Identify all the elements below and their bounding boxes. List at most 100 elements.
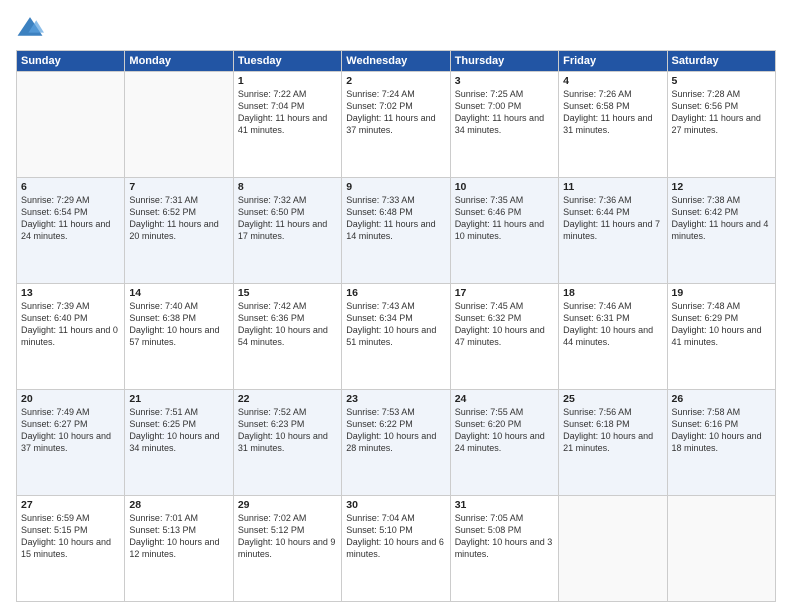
cell-info: Daylight: 10 hours and 12 minutes. bbox=[129, 536, 228, 560]
cell-info: Daylight: 10 hours and 18 minutes. bbox=[672, 430, 771, 454]
calendar-cell: 28Sunrise: 7:01 AMSunset: 5:13 PMDayligh… bbox=[125, 496, 233, 602]
day-number: 4 bbox=[563, 75, 662, 87]
calendar-cell: 20Sunrise: 7:49 AMSunset: 6:27 PMDayligh… bbox=[17, 390, 125, 496]
cell-info: Sunrise: 7:42 AM bbox=[238, 300, 337, 312]
calendar-day-header: Tuesday bbox=[233, 51, 341, 72]
calendar-cell: 9Sunrise: 7:33 AMSunset: 6:48 PMDaylight… bbox=[342, 178, 450, 284]
cell-info: Daylight: 10 hours and 37 minutes. bbox=[21, 430, 120, 454]
cell-info: Sunrise: 6:59 AM bbox=[21, 512, 120, 524]
cell-info: Daylight: 11 hours and 34 minutes. bbox=[455, 112, 554, 136]
day-number: 17 bbox=[455, 287, 554, 299]
calendar-cell: 19Sunrise: 7:48 AMSunset: 6:29 PMDayligh… bbox=[667, 284, 775, 390]
cell-info: Sunset: 6:42 PM bbox=[672, 206, 771, 218]
cell-info: Sunset: 6:50 PM bbox=[238, 206, 337, 218]
day-number: 6 bbox=[21, 181, 120, 193]
day-number: 30 bbox=[346, 499, 445, 511]
day-number: 19 bbox=[672, 287, 771, 299]
calendar-cell bbox=[559, 496, 667, 602]
cell-info: Sunrise: 7:46 AM bbox=[563, 300, 662, 312]
calendar-week-row: 6Sunrise: 7:29 AMSunset: 6:54 PMDaylight… bbox=[17, 178, 776, 284]
calendar-day-header: Thursday bbox=[450, 51, 558, 72]
cell-info: Sunset: 6:29 PM bbox=[672, 312, 771, 324]
cell-info: Sunrise: 7:56 AM bbox=[563, 406, 662, 418]
calendar-cell: 11Sunrise: 7:36 AMSunset: 6:44 PMDayligh… bbox=[559, 178, 667, 284]
day-number: 10 bbox=[455, 181, 554, 193]
cell-info: Sunset: 6:44 PM bbox=[563, 206, 662, 218]
cell-info: Sunset: 6:32 PM bbox=[455, 312, 554, 324]
day-number: 27 bbox=[21, 499, 120, 511]
cell-info: Daylight: 11 hours and 10 minutes. bbox=[455, 218, 554, 242]
day-number: 3 bbox=[455, 75, 554, 87]
cell-info: Daylight: 10 hours and 57 minutes. bbox=[129, 324, 228, 348]
cell-info: Sunset: 6:48 PM bbox=[346, 206, 445, 218]
cell-info: Sunset: 7:00 PM bbox=[455, 100, 554, 112]
cell-info: Sunrise: 7:01 AM bbox=[129, 512, 228, 524]
cell-info: Daylight: 11 hours and 20 minutes. bbox=[129, 218, 228, 242]
cell-info: Sunrise: 7:36 AM bbox=[563, 194, 662, 206]
cell-info: Sunset: 6:18 PM bbox=[563, 418, 662, 430]
cell-info: Daylight: 10 hours and 51 minutes. bbox=[346, 324, 445, 348]
logo-icon bbox=[16, 14, 44, 42]
cell-info: Sunset: 6:16 PM bbox=[672, 418, 771, 430]
day-number: 18 bbox=[563, 287, 662, 299]
cell-info: Daylight: 10 hours and 24 minutes. bbox=[455, 430, 554, 454]
cell-info: Daylight: 10 hours and 47 minutes. bbox=[455, 324, 554, 348]
header bbox=[16, 14, 776, 42]
page: SundayMondayTuesdayWednesdayThursdayFrid… bbox=[0, 0, 792, 612]
cell-info: Sunrise: 7:05 AM bbox=[455, 512, 554, 524]
cell-info: Sunset: 7:02 PM bbox=[346, 100, 445, 112]
calendar-day-header: Wednesday bbox=[342, 51, 450, 72]
calendar-cell: 23Sunrise: 7:53 AMSunset: 6:22 PMDayligh… bbox=[342, 390, 450, 496]
logo bbox=[16, 14, 48, 42]
cell-info: Sunset: 6:20 PM bbox=[455, 418, 554, 430]
cell-info: Sunset: 6:52 PM bbox=[129, 206, 228, 218]
calendar-cell: 7Sunrise: 7:31 AMSunset: 6:52 PMDaylight… bbox=[125, 178, 233, 284]
cell-info: Sunset: 6:54 PM bbox=[21, 206, 120, 218]
calendar-cell: 24Sunrise: 7:55 AMSunset: 6:20 PMDayligh… bbox=[450, 390, 558, 496]
calendar-cell bbox=[125, 72, 233, 178]
cell-info: Sunrise: 7:24 AM bbox=[346, 88, 445, 100]
cell-info: Daylight: 11 hours and 17 minutes. bbox=[238, 218, 337, 242]
cell-info: Daylight: 10 hours and 41 minutes. bbox=[672, 324, 771, 348]
cell-info: Sunset: 7:04 PM bbox=[238, 100, 337, 112]
cell-info: Sunrise: 7:28 AM bbox=[672, 88, 771, 100]
cell-info: Daylight: 10 hours and 54 minutes. bbox=[238, 324, 337, 348]
cell-info: Sunrise: 7:48 AM bbox=[672, 300, 771, 312]
cell-info: Sunset: 6:25 PM bbox=[129, 418, 228, 430]
day-number: 9 bbox=[346, 181, 445, 193]
cell-info: Sunrise: 7:38 AM bbox=[672, 194, 771, 206]
day-number: 16 bbox=[346, 287, 445, 299]
calendar-cell: 22Sunrise: 7:52 AMSunset: 6:23 PMDayligh… bbox=[233, 390, 341, 496]
calendar-cell: 12Sunrise: 7:38 AMSunset: 6:42 PMDayligh… bbox=[667, 178, 775, 284]
calendar-cell: 30Sunrise: 7:04 AMSunset: 5:10 PMDayligh… bbox=[342, 496, 450, 602]
cell-info: Sunset: 6:56 PM bbox=[672, 100, 771, 112]
cell-info: Daylight: 11 hours and 27 minutes. bbox=[672, 112, 771, 136]
calendar-cell: 27Sunrise: 6:59 AMSunset: 5:15 PMDayligh… bbox=[17, 496, 125, 602]
cell-info: Sunrise: 7:53 AM bbox=[346, 406, 445, 418]
cell-info: Sunset: 5:08 PM bbox=[455, 524, 554, 536]
cell-info: Sunrise: 7:49 AM bbox=[21, 406, 120, 418]
cell-info: Sunrise: 7:32 AM bbox=[238, 194, 337, 206]
cell-info: Daylight: 11 hours and 4 minutes. bbox=[672, 218, 771, 242]
cell-info: Sunrise: 7:31 AM bbox=[129, 194, 228, 206]
calendar-day-header: Sunday bbox=[17, 51, 125, 72]
day-number: 2 bbox=[346, 75, 445, 87]
cell-info: Sunset: 6:27 PM bbox=[21, 418, 120, 430]
cell-info: Daylight: 10 hours and 28 minutes. bbox=[346, 430, 445, 454]
cell-info: Daylight: 11 hours and 0 minutes. bbox=[21, 324, 120, 348]
day-number: 22 bbox=[238, 393, 337, 405]
calendar-cell: 29Sunrise: 7:02 AMSunset: 5:12 PMDayligh… bbox=[233, 496, 341, 602]
cell-info: Daylight: 10 hours and 3 minutes. bbox=[455, 536, 554, 560]
calendar-cell: 17Sunrise: 7:45 AMSunset: 6:32 PMDayligh… bbox=[450, 284, 558, 390]
calendar-cell: 8Sunrise: 7:32 AMSunset: 6:50 PMDaylight… bbox=[233, 178, 341, 284]
day-number: 11 bbox=[563, 181, 662, 193]
calendar-cell: 6Sunrise: 7:29 AMSunset: 6:54 PMDaylight… bbox=[17, 178, 125, 284]
cell-info: Daylight: 11 hours and 37 minutes. bbox=[346, 112, 445, 136]
cell-info: Sunset: 6:23 PM bbox=[238, 418, 337, 430]
cell-info: Daylight: 11 hours and 14 minutes. bbox=[346, 218, 445, 242]
calendar-cell: 10Sunrise: 7:35 AMSunset: 6:46 PMDayligh… bbox=[450, 178, 558, 284]
cell-info: Daylight: 11 hours and 24 minutes. bbox=[21, 218, 120, 242]
calendar-week-row: 20Sunrise: 7:49 AMSunset: 6:27 PMDayligh… bbox=[17, 390, 776, 496]
cell-info: Sunset: 5:12 PM bbox=[238, 524, 337, 536]
day-number: 24 bbox=[455, 393, 554, 405]
